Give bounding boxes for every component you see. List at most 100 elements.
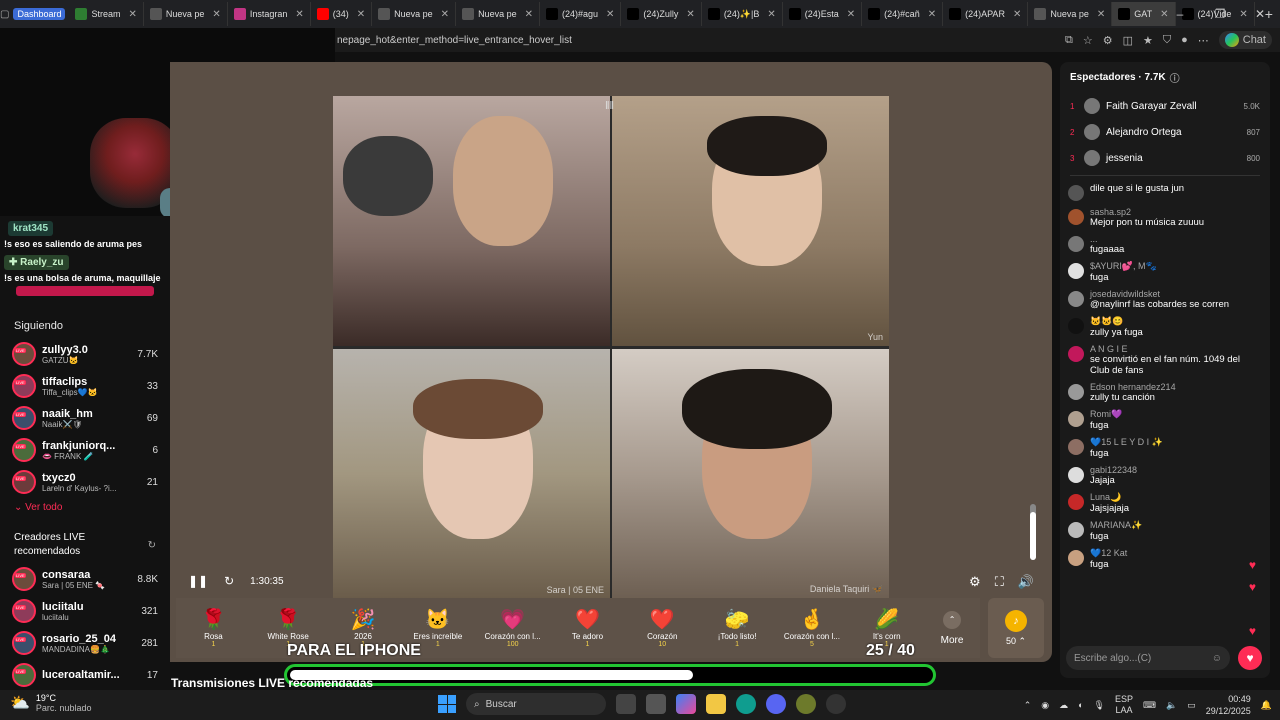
language-indicator[interactable]: ESP LAA	[1115, 694, 1133, 716]
browser-tab[interactable]: Stream ✕	[69, 2, 144, 26]
avatar[interactable]	[1068, 291, 1084, 307]
speaker-icon[interactable]: 🔈	[1166, 700, 1177, 711]
profile-icon[interactable]: ●	[1181, 34, 1188, 46]
chat-username[interactable]: 💙12 Kat	[1090, 548, 1127, 559]
browser-tab[interactable]: Nueva pe ✕	[372, 2, 457, 26]
chevron-up-icon[interactable]: ⌃	[1024, 700, 1032, 711]
chat-username[interactable]: josedavidwildsket	[1090, 289, 1229, 299]
clock[interactable]: 00:49 29/12/2025	[1206, 693, 1251, 717]
account-row[interactable]: LIVE rosario_25_04 MANDADINA🍔🎄 281	[0, 627, 170, 659]
avatar[interactable]	[1068, 346, 1084, 362]
guest-video-3[interactable]: Sara | 05 ENE	[333, 349, 610, 599]
top-viewer-row[interactable]: 3 jessenia 800	[1060, 145, 1270, 171]
restore-icon[interactable]: ❐	[1200, 7, 1240, 21]
avatar[interactable]	[1068, 236, 1084, 252]
fullscreen-icon[interactable]: ⛶	[995, 574, 1004, 590]
more-gifts-button[interactable]: ⌃ More	[924, 610, 980, 646]
chat-button[interactable]: Chat	[1218, 31, 1272, 49]
browser-tab[interactable]: Nueva pe ✕	[1028, 2, 1113, 26]
top-viewer-row[interactable]: 1 Faith Garayar Zevall 5.0K	[1060, 93, 1270, 119]
gift-item[interactable]: 🧽 ¡Todo listo! 1	[700, 608, 775, 648]
avatar[interactable]	[1068, 522, 1084, 538]
battery-icon[interactable]: ▭	[1187, 700, 1196, 711]
multi-guest-grid[interactable]: Yun Sara | 05 ENE Daniela Taquiri 🦋 ‖‖	[333, 96, 889, 600]
chat-username[interactable]: Romi💜	[1090, 409, 1122, 420]
chat-username[interactable]: MARIANA✨	[1090, 520, 1142, 531]
browser-tab[interactable]: (24)Esta ✕	[783, 2, 863, 26]
browser-tab[interactable]: (24)#agu ✕	[540, 2, 622, 26]
account-row[interactable]: LIVE txycz0 Lareln d' Kaylus- ?i... 21	[0, 466, 170, 498]
browser-tab[interactable]: (24)Zully ✕	[621, 2, 702, 26]
account-row[interactable]: LIVE frankjuniorq... 👄 FRANK 🧪 6	[0, 434, 170, 466]
tab-close-icon[interactable]: ✕	[686, 9, 694, 20]
chat-username[interactable]: gabi122348	[1090, 465, 1137, 475]
browser-tab[interactable]: (24)✨|B ✕	[702, 2, 783, 26]
tab-close-icon[interactable]: ✕	[928, 9, 936, 20]
account-row[interactable]: LIVE naaik_hm Naaik⚔️🛡 69	[0, 402, 170, 434]
open-in-app-icon[interactable]: ⧉	[1065, 34, 1073, 47]
tab-close-icon[interactable]: ✕	[295, 9, 303, 20]
tab-close-icon[interactable]: ✕	[212, 9, 220, 20]
guest-video-4[interactable]: Daniela Taquiri 🦋	[612, 349, 889, 599]
browser-tab[interactable]: (24)#cañ ✕	[862, 2, 944, 26]
account-row[interactable]: LIVE luceroaltamir... 17	[0, 659, 170, 691]
chat-username[interactable]: ...	[1090, 234, 1124, 244]
avatar[interactable]	[1068, 263, 1084, 279]
account-row[interactable]: LIVE tiffaclips Tiffa_clips💙🐱 33	[0, 370, 170, 402]
discord-icon[interactable]	[766, 694, 786, 714]
tab-close-icon[interactable]: ✕	[1097, 9, 1105, 20]
emoji-icon[interactable]: ☺	[1212, 653, 1222, 664]
chat-input[interactable]: Escribe algo...(C) ☺	[1066, 646, 1230, 670]
more-menu-icon[interactable]: ⋯	[1198, 34, 1209, 47]
favorite-star-icon[interactable]: ☆	[1083, 34, 1093, 47]
coin-balance-button[interactable]: ♪ 50 ⌃	[988, 598, 1044, 658]
avatar[interactable]	[1068, 439, 1084, 455]
taskbar-search[interactable]: ⌕ Buscar	[466, 693, 606, 715]
avatar[interactable]	[1068, 550, 1084, 566]
tray-app-icon[interactable]: ◐	[1078, 700, 1083, 710]
account-row[interactable]: LIVE luciitalu luciitalu 321	[0, 595, 170, 627]
volume-slider[interactable]	[1030, 504, 1036, 560]
tab-actions-icon[interactable]: ▢	[0, 9, 9, 20]
avatar[interactable]	[1068, 411, 1084, 427]
gift-item[interactable]: 🌹 Rosa 1	[176, 608, 251, 648]
gift-item[interactable]: 💗 Corazón con l... 100	[475, 608, 550, 648]
file-explorer-icon[interactable]	[706, 694, 726, 714]
reload-icon[interactable]: ↻	[224, 574, 234, 588]
layout-bars-icon[interactable]: ‖‖	[605, 100, 614, 112]
tab-group-dashboard[interactable]: Dashboard	[13, 8, 66, 20]
avatar[interactable]	[1068, 494, 1084, 510]
chat-username[interactable]: $AYURI💕, M🐾	[1090, 261, 1157, 272]
tab-close-icon[interactable]: ✕	[441, 9, 449, 20]
task-view-icon[interactable]	[616, 694, 636, 714]
like-heart-button[interactable]: ♥	[1238, 646, 1262, 670]
volume-icon[interactable]: 🔊	[1018, 574, 1034, 590]
weather-widget[interactable]: ⛅ 19°C Parc. nublado	[10, 693, 91, 713]
app-icon[interactable]	[796, 694, 816, 714]
tab-close-icon[interactable]: ✕	[129, 9, 137, 20]
browser-tab[interactable]: (34) ✕	[311, 2, 373, 26]
tab-close-icon[interactable]: ✕	[606, 9, 614, 20]
see-all-link[interactable]: ⌄ Ver todo	[0, 498, 170, 517]
chat-username[interactable]: Edson hernandez214	[1090, 382, 1176, 392]
microphone-icon[interactable]: 🎙	[1094, 700, 1105, 711]
shield-icon[interactable]: ⛉	[1163, 34, 1171, 47]
browser-tab[interactable]: Nueva pe ✕	[456, 2, 540, 26]
refresh-icon[interactable]: ↻	[148, 540, 156, 551]
chat-username[interactable]: Luna🌙	[1090, 492, 1129, 503]
guest-video-1[interactable]	[333, 96, 610, 346]
chat-username[interactable]: sasha.sp2	[1090, 207, 1204, 217]
account-row[interactable]: LIVE zullyy3.0 GATZU🐱 7.7K	[0, 338, 170, 370]
windows-start-icon[interactable]	[438, 695, 456, 713]
guest-video-2[interactable]: Yun	[612, 96, 889, 346]
cloud-icon[interactable]: ☁	[1059, 700, 1068, 711]
store-icon[interactable]	[646, 694, 666, 714]
minimize-icon[interactable]: –	[1160, 7, 1200, 21]
chat-username[interactable]: 💙15 L E Y D I ✨	[1090, 437, 1163, 448]
tab-close-icon[interactable]: ✕	[357, 9, 365, 20]
notifications-icon[interactable]: 🔔	[1261, 700, 1272, 711]
avatar[interactable]	[1068, 467, 1084, 483]
edge-browser-icon[interactable]	[736, 694, 756, 714]
copilot-app-icon[interactable]	[676, 694, 696, 714]
pause-icon[interactable]: ❚❚	[188, 574, 208, 588]
